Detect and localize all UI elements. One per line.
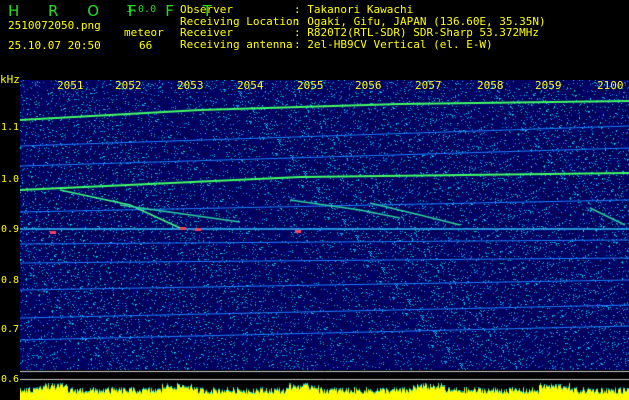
time-tick-label: 2052 xyxy=(115,79,142,92)
spectrogram xyxy=(20,80,629,400)
time-tick-label: 2100 xyxy=(597,79,624,92)
freq-tick-label: 1.1 xyxy=(1,122,20,133)
time-tick-label: 2054 xyxy=(237,79,264,92)
freq-tick-label: 0.7 xyxy=(1,324,20,335)
freq-tick-label: 0.6 xyxy=(1,374,20,385)
info-row-antenna: Receiving antenna: 2el-HB9CV Vertical (e… xyxy=(180,37,493,51)
time-tick-label: 2059 xyxy=(535,79,562,92)
time-tick-label: 2056 xyxy=(355,79,382,92)
info-key: Receiver xyxy=(180,26,233,39)
time-tick-label: 2057 xyxy=(415,79,442,92)
time-tick-label: 2053 xyxy=(177,79,204,92)
station-info: Observer: Takanori Kawachi Receiving Loca… xyxy=(180,4,546,50)
time-tick-label: 2058 xyxy=(477,79,504,92)
time-tick-label: 2055 xyxy=(297,79,324,92)
meteor-label: meteor xyxy=(124,26,164,39)
file-name: 2510072050.png xyxy=(8,19,101,32)
info-value: 2el-HB9CV Vertical (el. E-W) xyxy=(307,37,493,51)
freq-tick-label: 1.0 xyxy=(1,174,20,185)
y-unit-label: kHz xyxy=(0,73,20,86)
meteor-count: 66 xyxy=(139,39,153,52)
info-key: Receiving antenna xyxy=(180,37,293,51)
freq-tick-label: 0.9 xyxy=(1,224,20,235)
app-version: 1.0.0 xyxy=(126,4,157,15)
info-key: Observer xyxy=(180,3,233,16)
time-tick-label: 2051 xyxy=(57,79,84,92)
datetime: 25.10.07 20:50 xyxy=(8,39,101,52)
freq-tick-label: 0.8 xyxy=(1,275,20,286)
